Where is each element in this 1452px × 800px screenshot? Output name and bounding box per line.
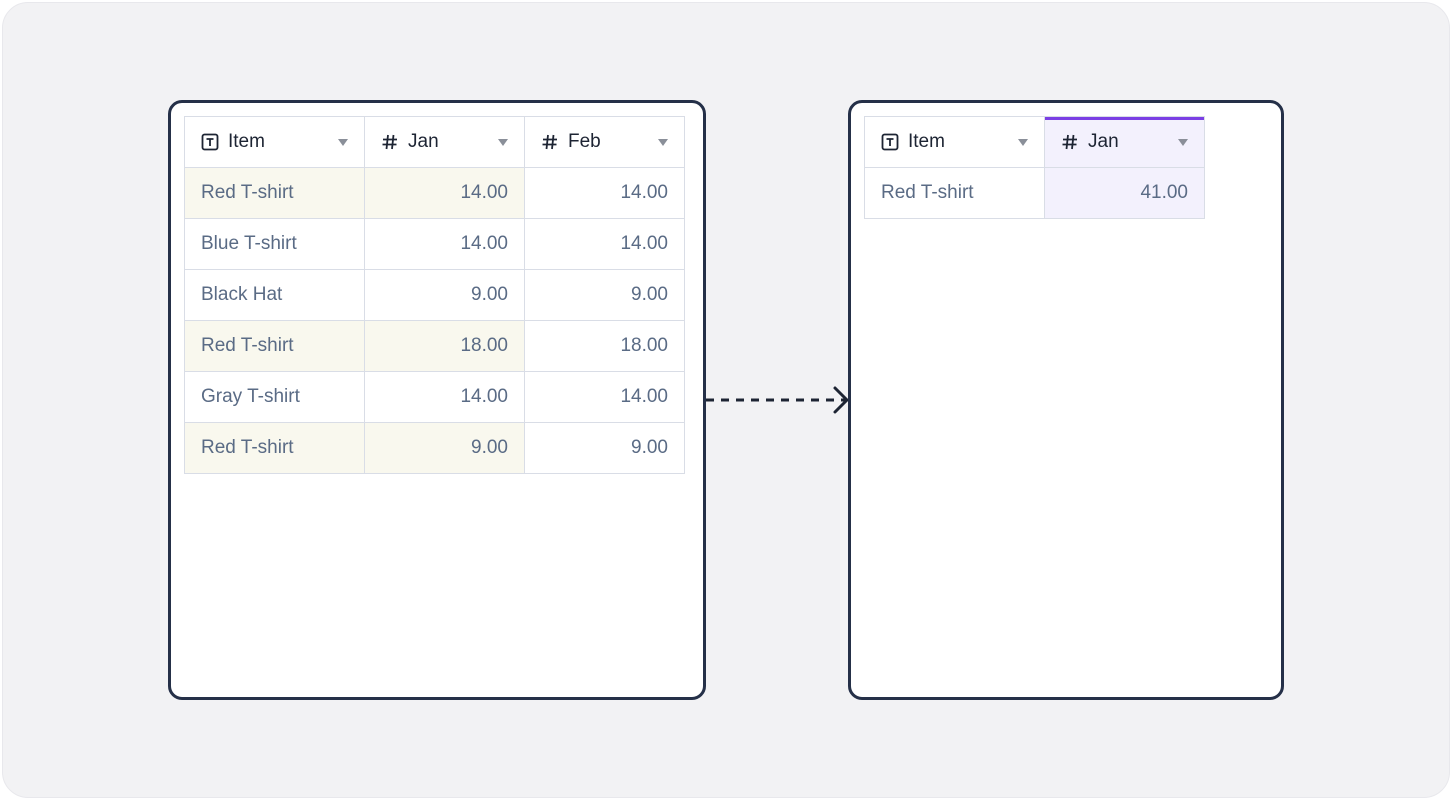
cell-item[interactable]: Red T-shirt [184, 422, 365, 474]
column-header-jan[interactable]: Jan [1044, 116, 1205, 168]
cell-jan[interactable]: 9.00 [364, 269, 525, 321]
table-row[interactable]: Red T-shirt 18.00 18.00 [184, 320, 685, 372]
table-row[interactable]: Blue T-shirt 14.00 14.00 [184, 218, 685, 270]
dropdown-caret-icon[interactable] [338, 138, 348, 146]
table-row[interactable]: Gray T-shirt 14.00 14.00 [184, 371, 685, 423]
table-row[interactable]: Red T-shirt 14.00 14.00 [184, 167, 685, 219]
dropdown-caret-icon[interactable] [1018, 138, 1028, 146]
cell-jan[interactable]: 14.00 [364, 218, 525, 270]
cell-feb[interactable]: 9.00 [524, 422, 685, 474]
hash-icon [381, 133, 399, 151]
cell-feb[interactable]: 14.00 [524, 167, 685, 219]
cell-item[interactable]: Red T-shirt [184, 167, 365, 219]
hash-icon [1061, 133, 1079, 151]
cell-jan[interactable]: 9.00 [364, 422, 525, 474]
dropdown-caret-icon[interactable] [1178, 138, 1188, 146]
column-header-label: Jan [408, 131, 439, 152]
table-row[interactable]: Black Hat 9.00 9.00 [184, 269, 685, 321]
cell-item[interactable]: Red T-shirt [864, 167, 1045, 219]
source-header-row: Item Jan Feb [184, 116, 685, 168]
column-header-item[interactable]: Item [864, 116, 1045, 168]
result-table: Item Jan Red T-shirt 41.00 [864, 116, 1205, 219]
source-table-panel: Item Jan Feb Red T-shirt 14.00 14.00 Blu… [168, 100, 706, 700]
cell-jan[interactable]: 14.00 [364, 371, 525, 423]
cell-item[interactable]: Blue T-shirt [184, 218, 365, 270]
column-header-label: Item [228, 131, 265, 152]
source-table: Item Jan Feb Red T-shirt 14.00 14.00 Blu… [184, 116, 685, 474]
dashed-arrow-connector [706, 386, 849, 414]
cell-feb[interactable]: 14.00 [524, 371, 685, 423]
cell-jan[interactable]: 18.00 [364, 320, 525, 372]
cell-jan[interactable]: 14.00 [364, 167, 525, 219]
column-header-label: Feb [568, 131, 601, 152]
text-field-icon [881, 133, 899, 151]
dropdown-caret-icon[interactable] [658, 138, 668, 146]
cell-feb[interactable]: 18.00 [524, 320, 685, 372]
cell-item[interactable]: Gray T-shirt [184, 371, 365, 423]
column-header-label: Item [908, 131, 945, 152]
cell-item[interactable]: Red T-shirt [184, 320, 365, 372]
result-table-panel: Item Jan Red T-shirt 41.00 [848, 100, 1284, 700]
dropdown-caret-icon[interactable] [498, 138, 508, 146]
column-header-item[interactable]: Item [184, 116, 365, 168]
table-row[interactable]: Red T-shirt 9.00 9.00 [184, 422, 685, 474]
cell-feb[interactable]: 9.00 [524, 269, 685, 321]
cell-jan-sum[interactable]: 41.00 [1044, 167, 1205, 219]
text-field-icon [201, 133, 219, 151]
cell-item[interactable]: Black Hat [184, 269, 365, 321]
table-row[interactable]: Red T-shirt 41.00 [864, 167, 1205, 219]
column-header-jan[interactable]: Jan [364, 116, 525, 168]
column-header-label: Jan [1088, 131, 1119, 152]
hash-icon [541, 133, 559, 151]
cell-feb[interactable]: 14.00 [524, 218, 685, 270]
column-header-feb[interactable]: Feb [524, 116, 685, 168]
result-header-row: Item Jan [864, 116, 1205, 168]
